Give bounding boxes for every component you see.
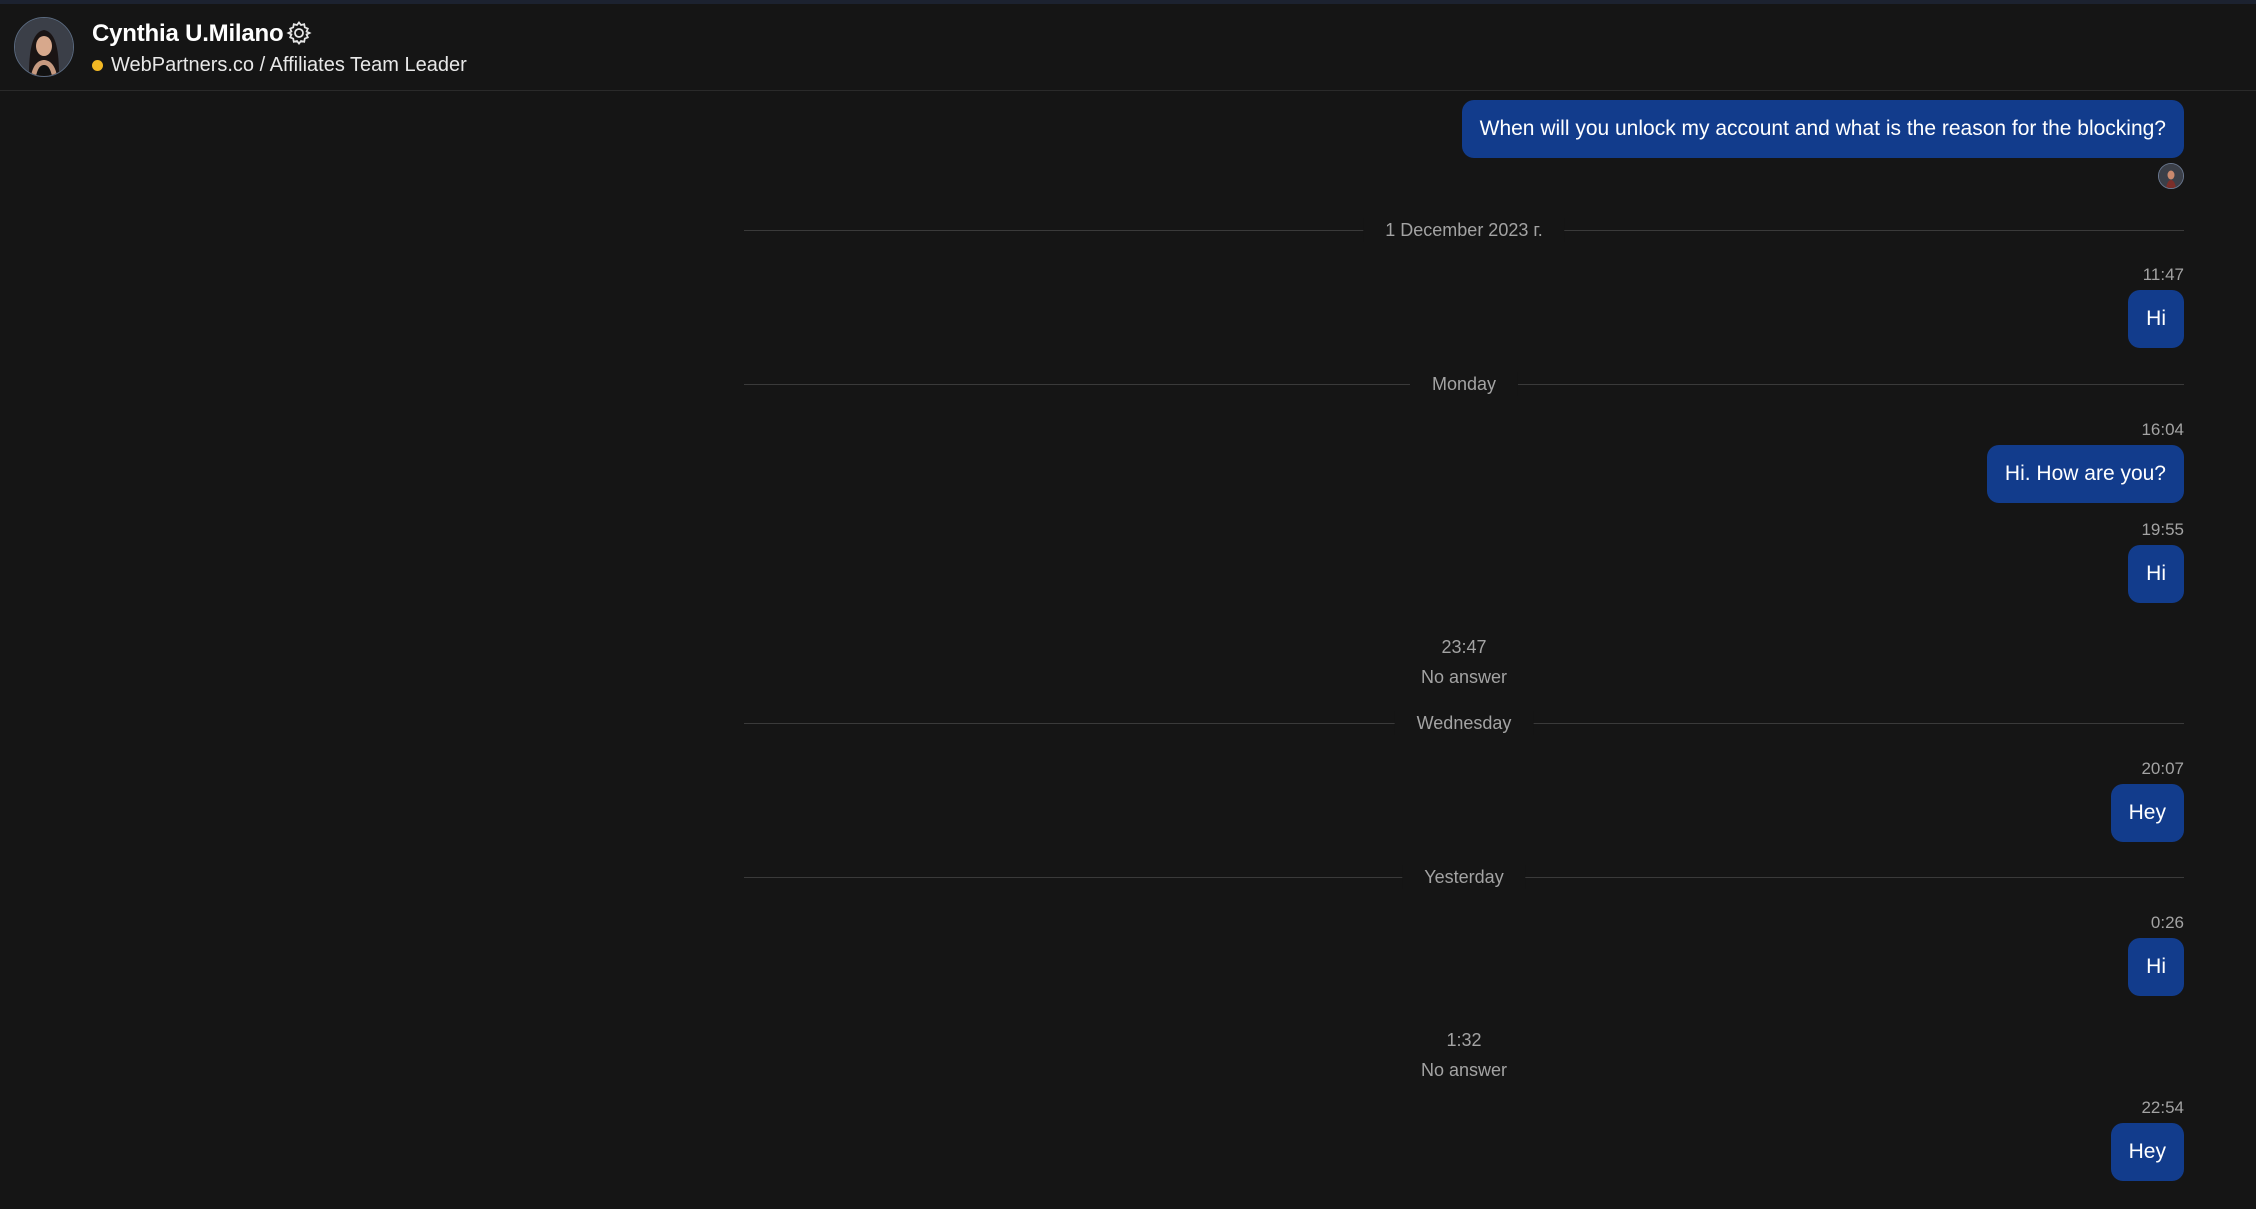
gear-icon[interactable] [286,20,312,46]
contact-name[interactable]: Cynthia U.Milano [92,20,284,48]
message-time: 20:07 [2141,759,2184,778]
date-separator-label: Yesterday [1402,865,1526,889]
message-bubble[interactable]: Hi [2128,290,2184,348]
message-bubble[interactable]: Hey [2110,784,2184,842]
message-time: 11:47 [2142,265,2184,284]
date-separator: Wednesday [744,711,2184,735]
message-bubble[interactable]: Hi. How are you? [1986,445,2184,503]
message-time: 16:04 [2141,420,2184,439]
date-separator-label: 1 December 2023 г. [1363,218,1565,242]
contact-subtitle: WebPartners.co / Affiliates Team Leader [111,54,467,76]
avatar[interactable] [14,17,74,77]
message-time: 22:54 [2141,1098,2184,1117]
missed-call-status: No answer [1420,1060,1508,1080]
read-receipt-avatar [2158,163,2184,189]
missed-call-time: 1:32 [1446,1030,1482,1050]
message-time: 0:26 [2150,913,2184,932]
message-bubble[interactable]: Hi [2128,545,2184,603]
status-dot [92,60,103,71]
missed-call-status: No answer [1420,667,1508,687]
date-separator-label: Monday [1409,372,1519,396]
avatar-portrait-icon [15,18,73,76]
chat-header: Cynthia U.Milano WebPartners.co / Affili… [0,4,2256,91]
date-separator-label: Wednesday [1394,711,1534,735]
date-separator: Monday [744,372,2184,396]
message-bubble[interactable]: Hi [2128,938,2184,996]
date-separator: 1 December 2023 г. [744,218,2184,242]
message-bubble[interactable]: Hey [2110,1123,2184,1181]
message-list[interactable]: 22:43 When will you unlock my account an… [0,91,2256,1209]
message-bubble[interactable]: When will you unlock my account and what… [1461,100,2184,158]
missed-call-time: 23:47 [1441,637,1487,657]
date-separator: Yesterday [744,865,2184,889]
message-time-partial: 22:43 [2141,91,2184,95]
message-time: 19:55 [2141,520,2184,539]
